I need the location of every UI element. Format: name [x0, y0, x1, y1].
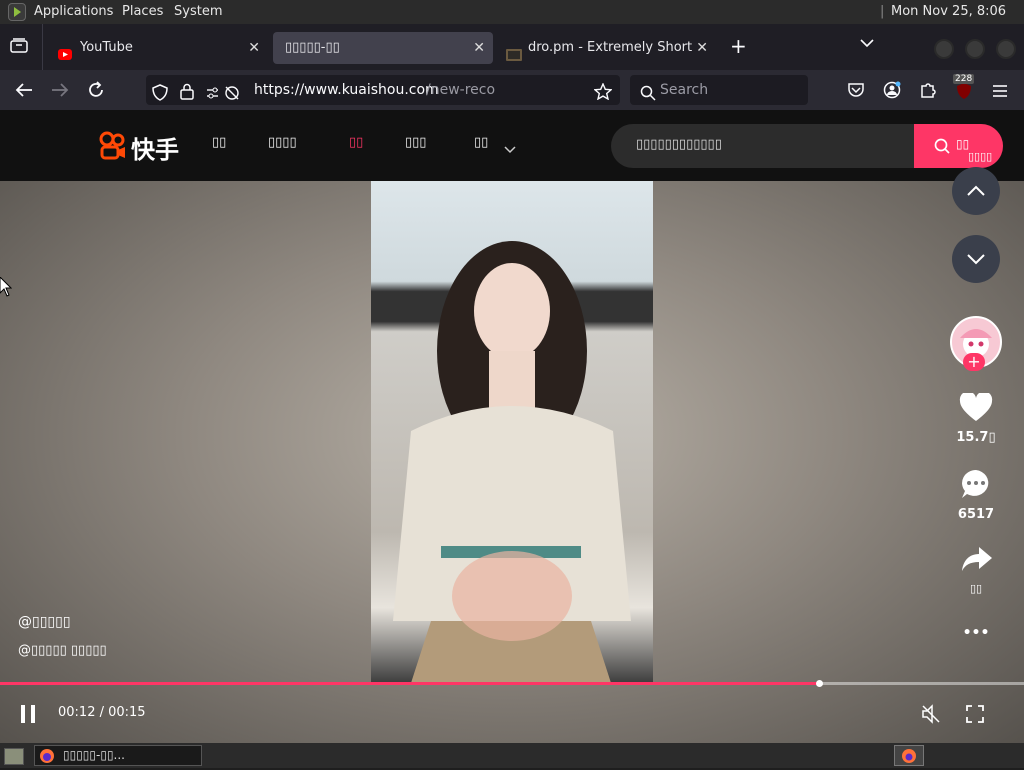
pocket-icon[interactable]	[847, 82, 865, 102]
close-tab-icon[interactable]: ✕	[473, 32, 485, 64]
search-icon	[934, 138, 950, 157]
close-window-button[interactable]	[996, 39, 1016, 59]
video-caption: @▯▯▯▯▯ ▯▯▯▯▯	[18, 643, 107, 658]
nav-item-home[interactable]: ▯▯	[212, 135, 226, 150]
tab-overview-icon[interactable]	[10, 38, 28, 54]
search-button-sublabel: ▯▯▯▯	[968, 150, 993, 163]
nav-more-chevron-down-icon[interactable]	[504, 139, 516, 158]
ublock-extension-icon[interactable]: 228	[953, 74, 975, 100]
time-display: 00:12 / 00:15	[58, 705, 146, 720]
url-host: https://www.kuaishou.com	[254, 82, 439, 98]
close-tab-icon[interactable]: ✕	[248, 32, 260, 64]
taskbar-window-title: ▯▯▯▯▯-▯▯...	[63, 748, 125, 762]
places-menu[interactable]: Places	[122, 0, 163, 24]
clock[interactable]: Mon Nov 25, 8:06 AM	[891, 0, 1024, 43]
nav-item-4[interactable]: ▯▯▯	[405, 135, 426, 150]
fullscreen-icon[interactable]	[966, 705, 984, 727]
taskbar-window-button[interactable]: ▯▯▯▯▯-▯▯...	[34, 745, 202, 766]
search-icon	[640, 82, 656, 112]
search-placeholder: Search	[660, 82, 709, 98]
nav-item-2[interactable]: ▯▯▯▯	[268, 135, 297, 150]
like-heart-icon[interactable]	[959, 391, 993, 427]
list-all-tabs-chevron-down-icon[interactable]	[860, 36, 874, 52]
mute-speaker-icon[interactable]	[921, 704, 941, 728]
tab-youtube[interactable]: YouTube ✕	[50, 32, 268, 64]
tracking-shield-icon[interactable]	[152, 82, 168, 112]
search-button-label: ▯▯	[956, 137, 970, 151]
nav-item-more[interactable]: ▯▯	[474, 135, 488, 150]
reload-icon[interactable]	[83, 70, 109, 114]
share-arrow-icon[interactable]	[961, 545, 993, 577]
comment-count: 6517	[957, 507, 995, 522]
system-top-panel: Applications Places System | Mon Nov 25,…	[0, 0, 1024, 43]
logo-text: 快手	[131, 136, 179, 164]
nav-item-recommended-active[interactable]: ▯▯	[349, 135, 363, 150]
tab-title: dro.pm - Extremely Short Li	[528, 40, 692, 55]
panel-divider: |	[880, 4, 885, 19]
workspace-switcher[interactable]	[894, 745, 924, 766]
address-bar[interactable]: https://www.kuaishou.com /new-reco	[146, 75, 620, 105]
minimize-window-button[interactable]	[934, 39, 954, 59]
tab-separator	[42, 24, 43, 70]
video-frame[interactable]	[371, 181, 653, 683]
bookmark-star-icon[interactable]	[593, 81, 613, 111]
extensions-puzzle-icon[interactable]	[919, 81, 937, 103]
pause-icon[interactable]	[19, 704, 37, 728]
site-search-placeholder: ▯▯▯▯▯▯▯▯▯▯▯▯	[636, 137, 722, 152]
tab-dro-pm[interactable]: dro.pm - Extremely Short Li ✕	[498, 32, 716, 64]
lock-icon[interactable]	[180, 81, 194, 111]
browser-tab-strip: YouTube ✕ ▯▯▯▯▯-▯▯ ✕ dro.pm - Extremely …	[0, 24, 1024, 70]
search-bar[interactable]: Search	[630, 75, 808, 105]
new-tab-icon[interactable]: +	[730, 34, 747, 58]
tab-title: ▯▯▯▯▯-▯▯	[285, 40, 340, 55]
share-label: ▯▯	[969, 582, 983, 595]
site-search-button[interactable]: ▯▯ ▯▯▯▯	[914, 124, 1003, 168]
follow-plus-icon[interactable]: +	[963, 353, 985, 371]
applications-menu[interactable]: Applications	[34, 0, 113, 24]
tab-title: YouTube	[80, 40, 133, 55]
account-icon[interactable]	[883, 81, 901, 103]
system-menu[interactable]: System	[174, 0, 222, 24]
tab-kuaishou[interactable]: ▯▯▯▯▯-▯▯ ✕	[273, 32, 493, 64]
close-tab-icon[interactable]: ✕	[694, 32, 708, 64]
progress-fill	[0, 682, 820, 685]
extension-badge: 228	[953, 74, 975, 84]
hamburger-menu-icon[interactable]	[992, 83, 1008, 102]
like-count: 15.7▯	[956, 430, 996, 445]
back-arrow-icon[interactable]	[11, 70, 37, 113]
show-desktop-icon[interactable]	[4, 748, 24, 765]
mouse-cursor-icon	[0, 276, 13, 301]
author-name[interactable]: @▯▯▯▯▯	[18, 614, 71, 630]
more-options-icon[interactable]: •••	[946, 625, 1006, 641]
forward-arrow-icon[interactable]	[47, 70, 73, 113]
maximize-window-button[interactable]	[965, 39, 985, 59]
previous-video-chevron-up-icon[interactable]	[952, 167, 1000, 215]
next-video-chevron-down-icon[interactable]	[952, 235, 1000, 283]
distro-logo-icon[interactable]	[8, 3, 26, 21]
firefox-icon	[39, 748, 55, 770]
permissions-icon[interactable]	[206, 82, 240, 112]
youtube-icon	[58, 42, 72, 60]
page-icon	[506, 42, 522, 61]
comment-icon[interactable]	[960, 468, 992, 504]
url-path: /new-reco	[426, 82, 496, 98]
